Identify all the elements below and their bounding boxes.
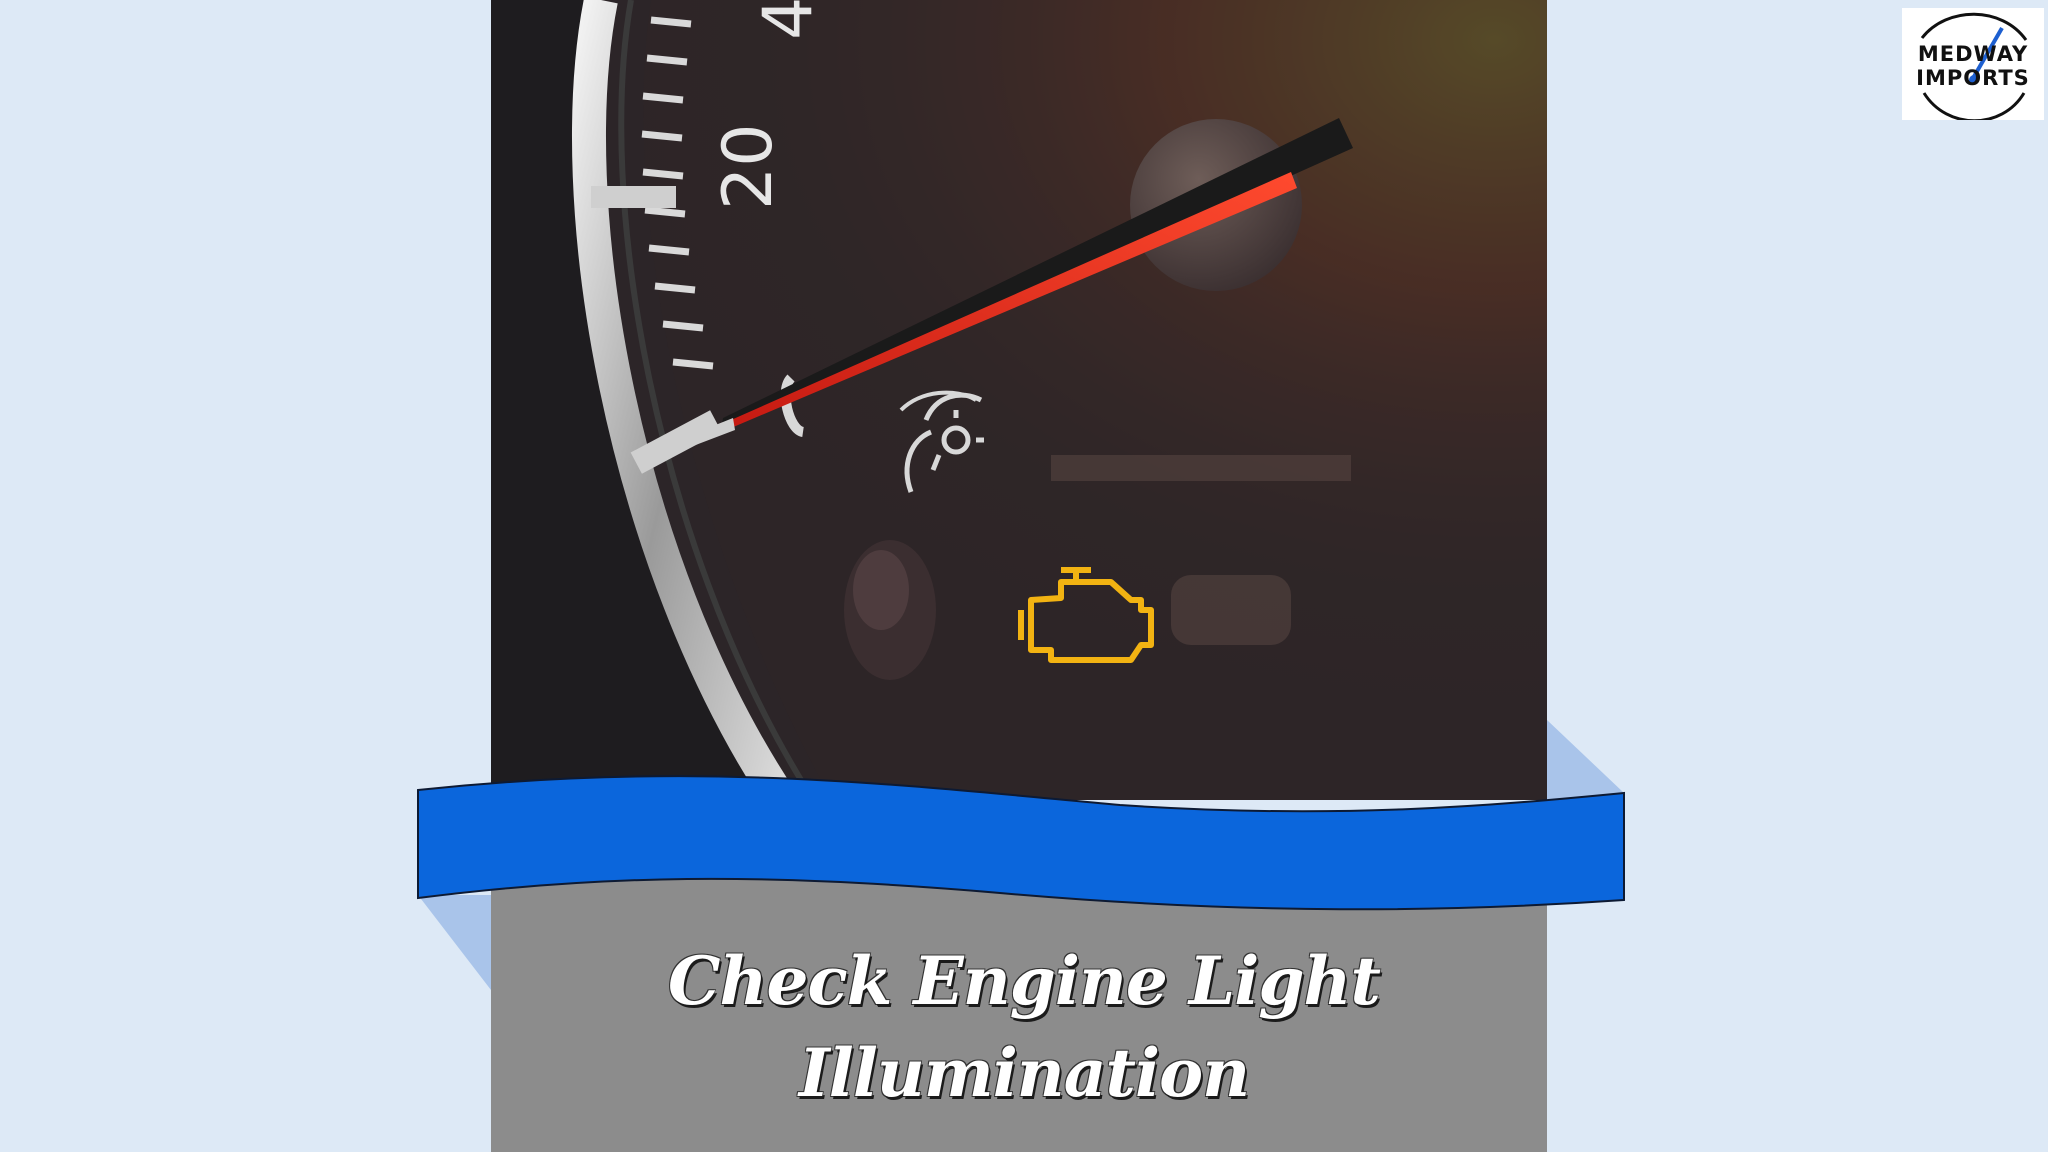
gauge-number: 20 xyxy=(709,123,788,210)
slide: 20 4 Check Engine Light Illumination MED… xyxy=(0,0,2048,1152)
slide-title-line: Check Engine Light xyxy=(668,942,1381,1020)
slide-title-line: Illumination xyxy=(798,1034,1250,1112)
major-tick xyxy=(591,186,676,208)
company-logo: MEDWAY IMPORTS xyxy=(1902,8,2044,120)
dashboard-photo: 20 4 xyxy=(491,0,1547,800)
slide-title: Check Engine Light Illumination xyxy=(0,935,2048,1119)
dashboard-illustration: 20 4 xyxy=(491,0,1547,800)
logo-text: MEDWAY xyxy=(1917,42,2029,66)
logo-text: IMPORTS xyxy=(1916,66,2030,90)
gauge-number: 4 xyxy=(749,0,828,40)
